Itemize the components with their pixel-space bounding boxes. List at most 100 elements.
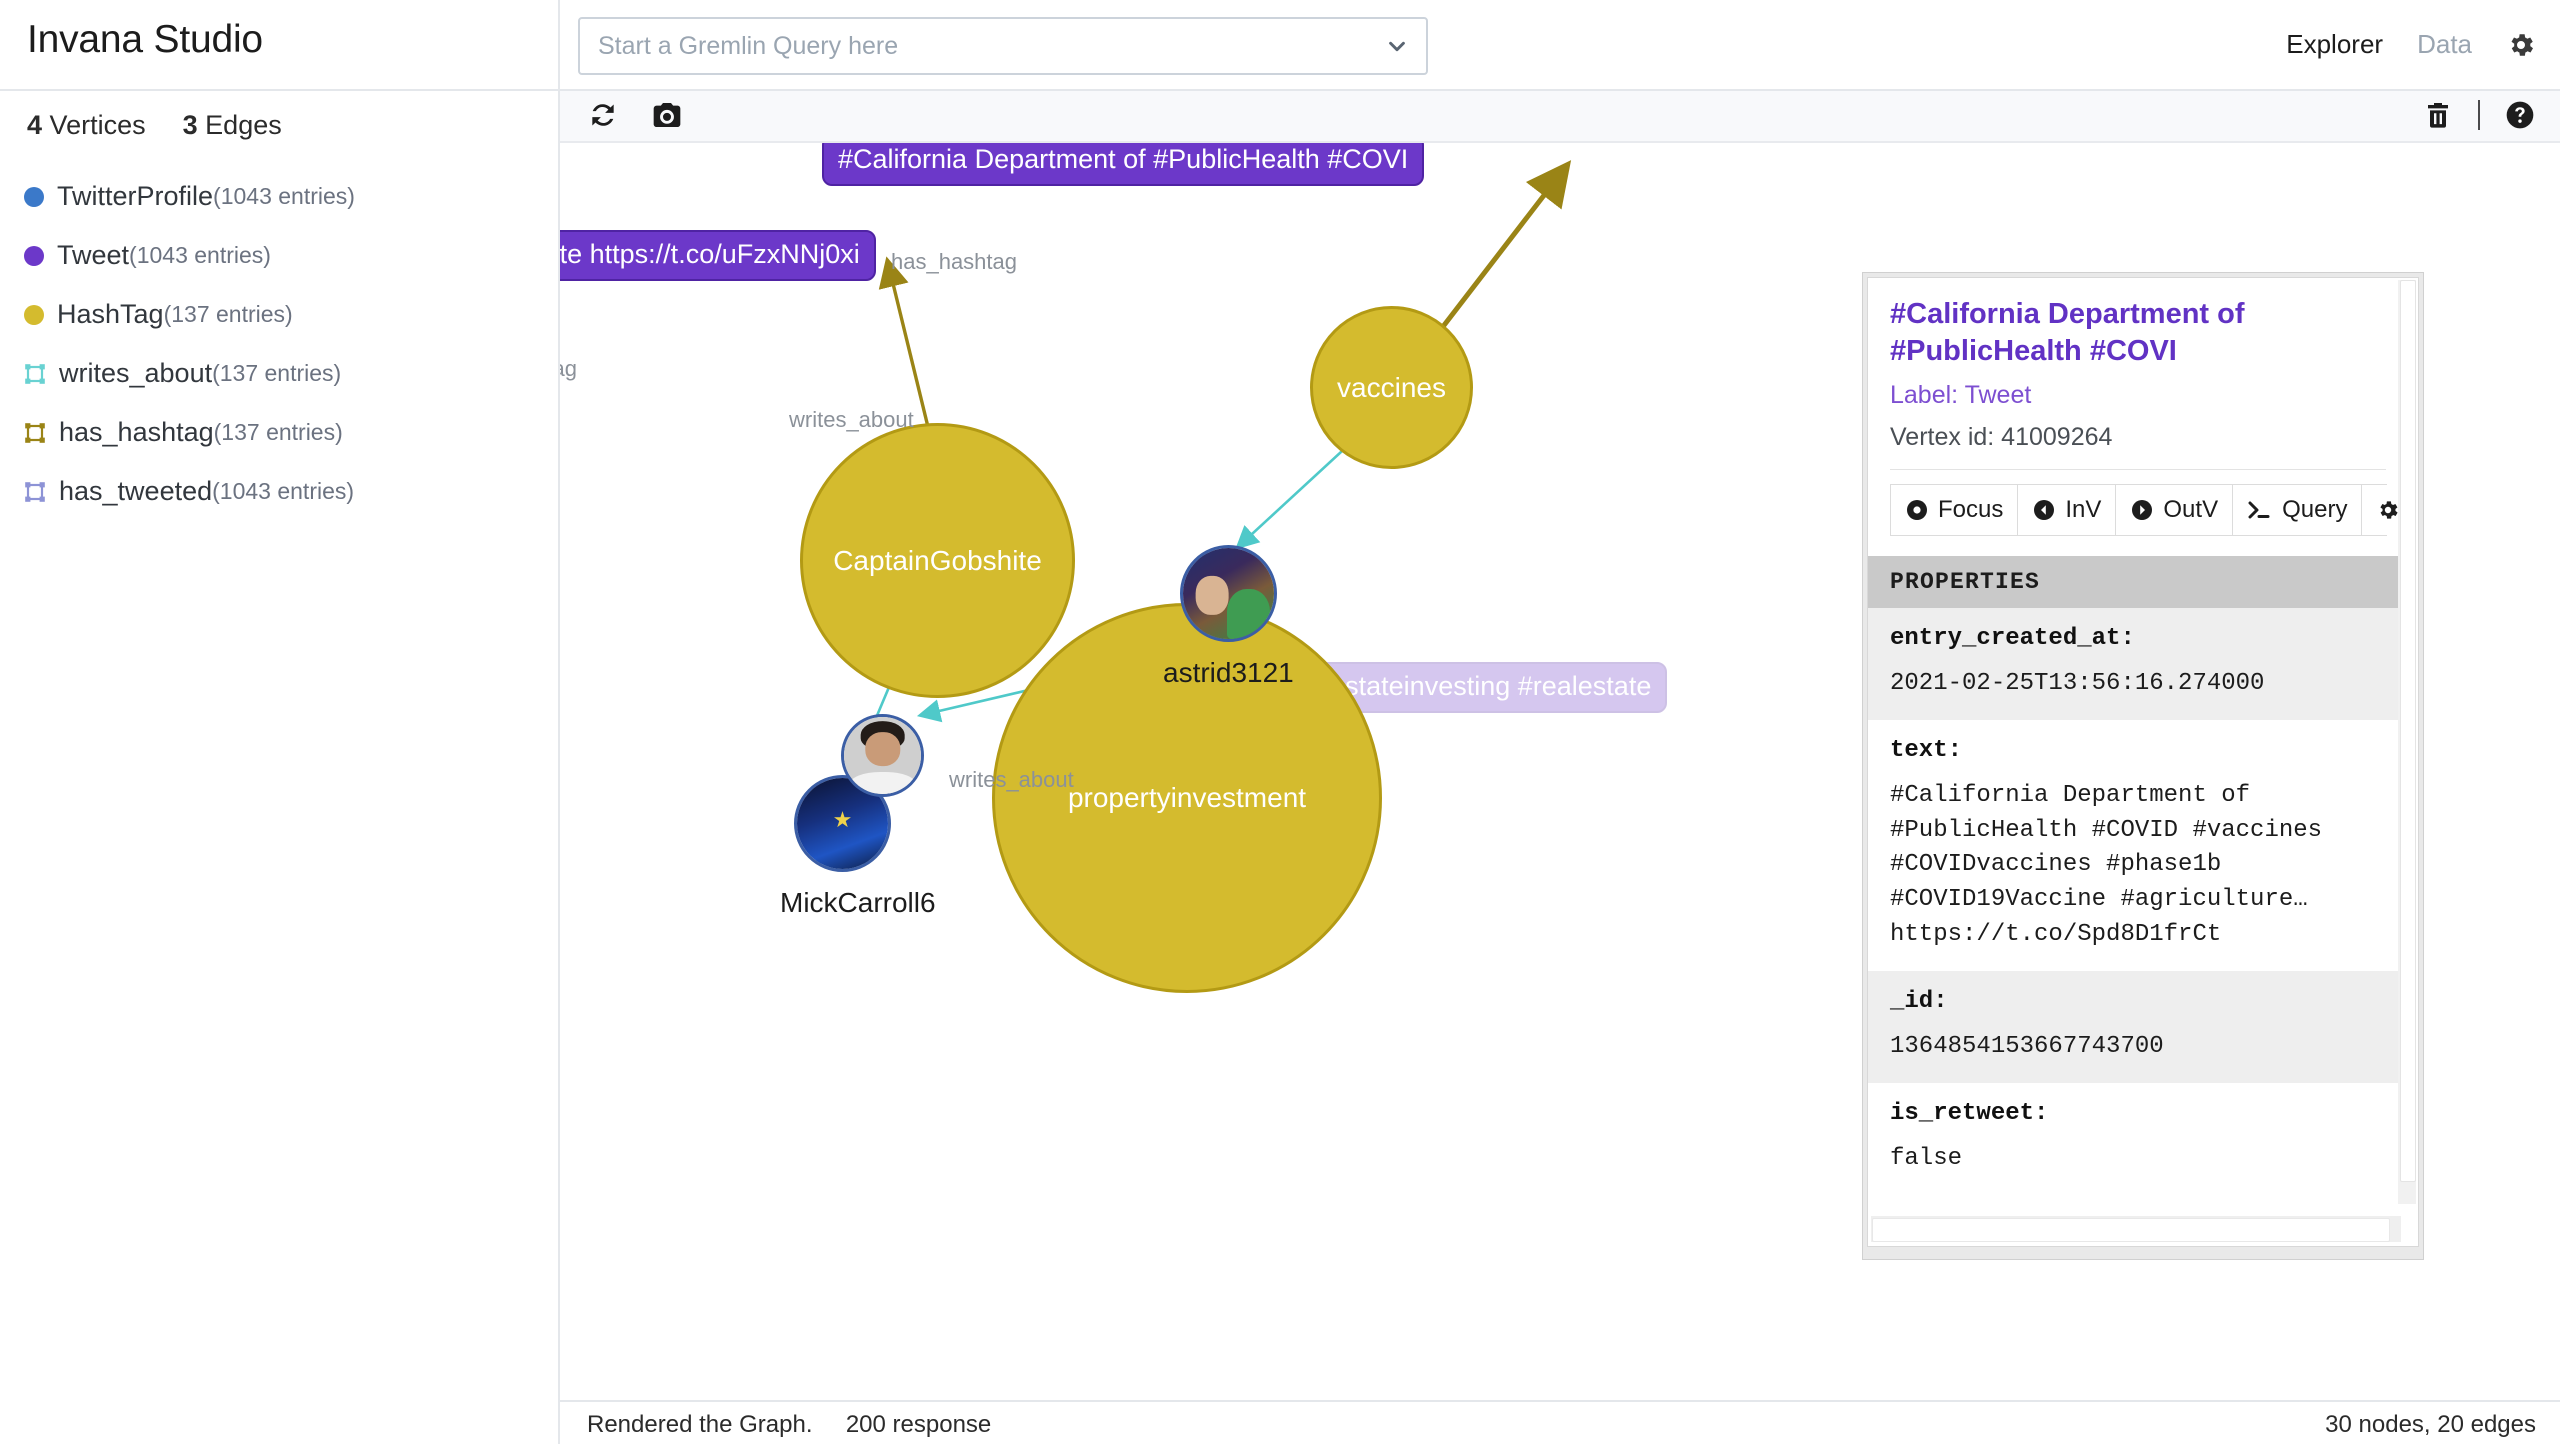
vertex-details-inner: #California Department of #PublicHealth … bbox=[1867, 277, 2419, 1247]
graph-toolbar-left bbox=[587, 99, 683, 131]
inv-button[interactable]: InV bbox=[2018, 485, 2117, 536]
chevron-down-icon[interactable] bbox=[1386, 35, 1408, 57]
vertex-id: Vertex id: 41009264 bbox=[1890, 423, 2113, 452]
avatar bbox=[844, 717, 921, 794]
scrollbar-thumb[interactable] bbox=[2400, 280, 2416, 1182]
status-message: Rendered the Graph. bbox=[587, 1411, 813, 1438]
graph-node-hashtag[interactable]: CaptainGobshite bbox=[800, 423, 1075, 698]
graph-node-profile[interactable] bbox=[1180, 545, 1277, 642]
divider bbox=[1890, 469, 2386, 471]
star-icon: ★ bbox=[832, 806, 853, 832]
property-row: text: #California Department of #PublicH… bbox=[1868, 720, 2408, 971]
property-key: is_retweet: bbox=[1890, 1099, 2049, 1127]
property-key: entry_created_at: bbox=[1890, 625, 2135, 653]
vertex-title: #California Department of #PublicHealth … bbox=[1890, 298, 2245, 367]
property-row: is_retweet: false bbox=[1868, 1083, 2408, 1195]
node-label: CaptainGobshite bbox=[833, 544, 1042, 576]
legend-item-hashtag[interactable]: HashTag (137 entries) bbox=[24, 285, 544, 344]
graph-toolbar bbox=[560, 91, 2560, 143]
property-value: 2021-02-25T13:56:16.274000 bbox=[1890, 670, 2265, 698]
vertex-color-dot-icon bbox=[24, 245, 44, 266]
vertices-count: 4 bbox=[27, 110, 43, 140]
status-left: Rendered the Graph. 200 response bbox=[587, 1411, 991, 1439]
graph-node-profile[interactable] bbox=[841, 714, 924, 797]
property-row: _id: 1364854153667743700 bbox=[1868, 970, 2408, 1083]
gear-icon bbox=[2380, 501, 2399, 519]
legend-label: has_tweeted bbox=[59, 476, 213, 506]
legend-count: (1043 entries) bbox=[213, 183, 355, 209]
edge-label: has_hashtag bbox=[560, 356, 577, 381]
toolbar-separator bbox=[2478, 100, 2480, 130]
legend-item-tweet[interactable]: Tweet (1043 entries) bbox=[24, 226, 544, 285]
trash-icon[interactable] bbox=[2422, 99, 2454, 131]
legend-item-has-hashtag[interactable]: has_hashtag (137 entries) bbox=[24, 403, 544, 462]
app-title: Invana Studio bbox=[27, 18, 263, 61]
properties-header: PROPERTIES bbox=[1868, 556, 2408, 609]
tweet-pill-label[interactable]: #California Department of #PublicHealth … bbox=[822, 143, 1425, 186]
arrow-left-circle-icon bbox=[2034, 500, 2055, 521]
query-input-wrapper[interactable]: Start a Gremlin Query here bbox=[578, 17, 1428, 75]
node-label: astrid3121 bbox=[1163, 657, 1294, 688]
button-label: Query bbox=[2282, 496, 2348, 524]
focus-icon bbox=[1907, 500, 1927, 521]
vertex-details-panel: #California Department of #PublicHealth … bbox=[1862, 272, 2424, 1260]
legend-count: (137 entries) bbox=[213, 419, 343, 445]
legend-list: TwitterProfile (1043 entries) Tweet (104… bbox=[24, 167, 544, 521]
legend-count: (1043 entries) bbox=[129, 242, 271, 268]
avatar bbox=[1183, 548, 1274, 639]
tweet-pill-label[interactable]: #CaptainGobshite https://t.co/uFzxNNj0xi bbox=[560, 230, 876, 281]
edge-square-icon bbox=[24, 363, 46, 385]
legend-label: Tweet bbox=[57, 240, 130, 270]
top-nav: Explorer Data bbox=[2286, 0, 2536, 89]
terminal-icon bbox=[2248, 501, 2270, 519]
edge-square-icon bbox=[24, 481, 46, 503]
legend-item-has-tweeted[interactable]: has_tweeted (1043 entries) bbox=[24, 462, 544, 521]
legend-count: (137 entries) bbox=[163, 301, 293, 327]
arrow-right-circle-icon bbox=[2132, 500, 2153, 521]
legend-label: has_hashtag bbox=[59, 417, 214, 447]
property-key: _id: bbox=[1890, 987, 1948, 1015]
property-row: entry_created_at: 2021-02-25T13:56:16.27… bbox=[1868, 608, 2408, 720]
legend-item-writes-about[interactable]: writes_about (137 entries) bbox=[24, 344, 544, 403]
outv-button[interactable]: OutV bbox=[2116, 485, 2234, 536]
button-label: InV bbox=[2065, 496, 2102, 524]
property-key: text: bbox=[1890, 736, 1963, 764]
legend-count: (1043 entries) bbox=[212, 478, 355, 504]
vertex-label: Label: Tweet bbox=[1890, 381, 2032, 410]
details-vertical-scrollbar[interactable] bbox=[2398, 280, 2416, 1204]
status-counts: 30 nodes, 20 edges bbox=[2325, 1411, 2536, 1438]
gear-icon[interactable] bbox=[2506, 30, 2536, 60]
edge-label: writes_about bbox=[789, 407, 914, 432]
edge-label: has_hashtag bbox=[891, 249, 1017, 274]
edges-count: 3 bbox=[182, 110, 198, 140]
vertex-details-header: #California Department of #PublicHealth … bbox=[1868, 278, 2408, 537]
node-label: propertyinvestment bbox=[1067, 782, 1307, 813]
legend-label: writes_about bbox=[59, 358, 213, 388]
scrollbar-thumb[interactable] bbox=[1872, 1218, 2390, 1242]
edge-square-icon bbox=[24, 422, 46, 444]
graph-node-hashtag[interactable]: vaccines bbox=[1310, 306, 1473, 469]
camera-icon[interactable] bbox=[651, 99, 683, 131]
legend-label: HashTag bbox=[57, 299, 164, 329]
focus-button[interactable]: Focus bbox=[1891, 485, 2019, 536]
node-label: vaccines bbox=[1337, 371, 1446, 403]
graph-counts: 4 Vertices 3 Edges bbox=[27, 110, 282, 141]
status-response: 200 response bbox=[845, 1411, 992, 1438]
legend-item-twitterprofile[interactable]: TwitterProfile (1043 entries) bbox=[24, 167, 544, 226]
query-button[interactable]: Query bbox=[2233, 485, 2363, 536]
details-horizontal-scrollbar[interactable] bbox=[1871, 1216, 2401, 1242]
tab-explorer[interactable]: Explorer bbox=[2286, 29, 2383, 60]
vertex-color-dot-icon bbox=[24, 304, 44, 325]
property-value: #California Department of #PublicHealth … bbox=[1890, 781, 2323, 949]
gremlin-query-input[interactable]: Start a Gremlin Query here bbox=[578, 17, 1428, 75]
button-label: Focus bbox=[1938, 496, 2004, 524]
vertices-label: Vertices bbox=[49, 110, 146, 140]
graph-toolbar-right bbox=[2422, 99, 2536, 131]
legend-label: TwitterProfile bbox=[57, 181, 214, 211]
vertex-action-bar: Focus InV OutV Query bbox=[1890, 484, 2408, 537]
tab-data[interactable]: Data bbox=[2417, 29, 2472, 60]
button-label: OutV bbox=[2163, 496, 2219, 524]
refresh-icon[interactable] bbox=[587, 99, 619, 131]
app-root: Invana Studio Start a Gremlin Query here… bbox=[0, 0, 2560, 1444]
help-icon[interactable] bbox=[2504, 99, 2536, 131]
